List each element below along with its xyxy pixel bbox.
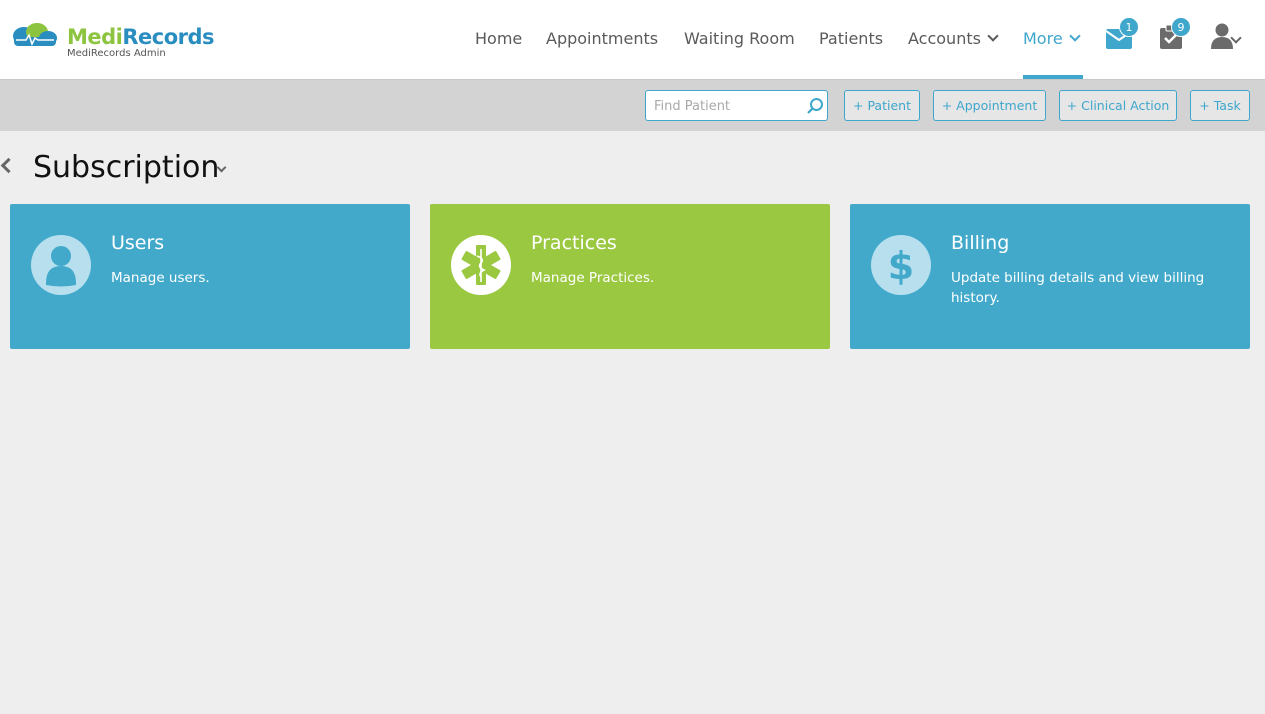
dollar-icon: $	[871, 235, 931, 295]
nav-patients[interactable]: Patients	[819, 27, 883, 51]
billing-tile[interactable]: $ Billing Update billing details and vie…	[850, 204, 1250, 349]
chevron-down-icon	[987, 30, 999, 42]
practices-tile[interactable]: Practices Manage Practices.	[430, 204, 830, 349]
user-menu-button[interactable]	[1210, 22, 1252, 52]
top-navbar: MediRecords MediRecords Admin Home Appoi…	[0, 0, 1265, 80]
nav-more[interactable]: More	[1023, 27, 1081, 51]
logo-subtitle: MediRecords Admin	[67, 48, 166, 59]
messages-button[interactable]: 1	[1105, 17, 1139, 52]
add-patient-button[interactable]: + Patient	[844, 90, 920, 121]
add-task-button[interactable]: + Task	[1190, 90, 1250, 121]
tasks-badge: 9	[1171, 17, 1191, 37]
nav-accounts[interactable]: Accounts	[908, 27, 999, 51]
practices-tile-description: Manage Practices.	[531, 270, 655, 286]
back-chevron-icon[interactable]	[0, 157, 17, 174]
chevron-down-icon	[1069, 30, 1081, 42]
billing-tile-title: Billing	[951, 232, 1010, 254]
user-icon	[31, 235, 91, 295]
medical-star-icon	[451, 235, 511, 295]
app-logo[interactable]: MediRecords MediRecords Admin	[10, 20, 220, 64]
messages-badge: 1	[1119, 17, 1139, 37]
nav-waiting-room[interactable]: Waiting Room	[684, 27, 795, 51]
users-tile-title: Users	[111, 232, 165, 254]
search-icon[interactable]	[806, 97, 824, 115]
svg-text:$: $	[888, 244, 914, 288]
action-toolbar: + Patient + Appointment + Clinical Actio…	[0, 80, 1265, 131]
nav-more-label: More	[1023, 29, 1063, 48]
add-clinical-action-button[interactable]: + Clinical Action	[1059, 90, 1177, 121]
billing-tile-description: Update billing details and view billing …	[951, 270, 1205, 306]
nav-appointments[interactable]: Appointments	[546, 27, 658, 51]
find-patient-input[interactable]	[654, 96, 802, 116]
users-tile[interactable]: Users Manage users.	[10, 204, 410, 349]
nav-accounts-label: Accounts	[908, 29, 981, 48]
find-patient-search[interactable]	[645, 90, 828, 121]
tasks-button[interactable]: 9	[1158, 17, 1191, 52]
nav-home[interactable]: Home	[475, 27, 522, 51]
page-title: Subscription	[33, 150, 220, 185]
active-nav-indicator	[1023, 75, 1083, 79]
practices-tile-title: Practices	[531, 232, 617, 254]
cloud-logo-icon	[13, 23, 57, 46]
add-appointment-button[interactable]: + Appointment	[933, 90, 1046, 121]
users-tile-description: Manage users.	[111, 270, 210, 286]
